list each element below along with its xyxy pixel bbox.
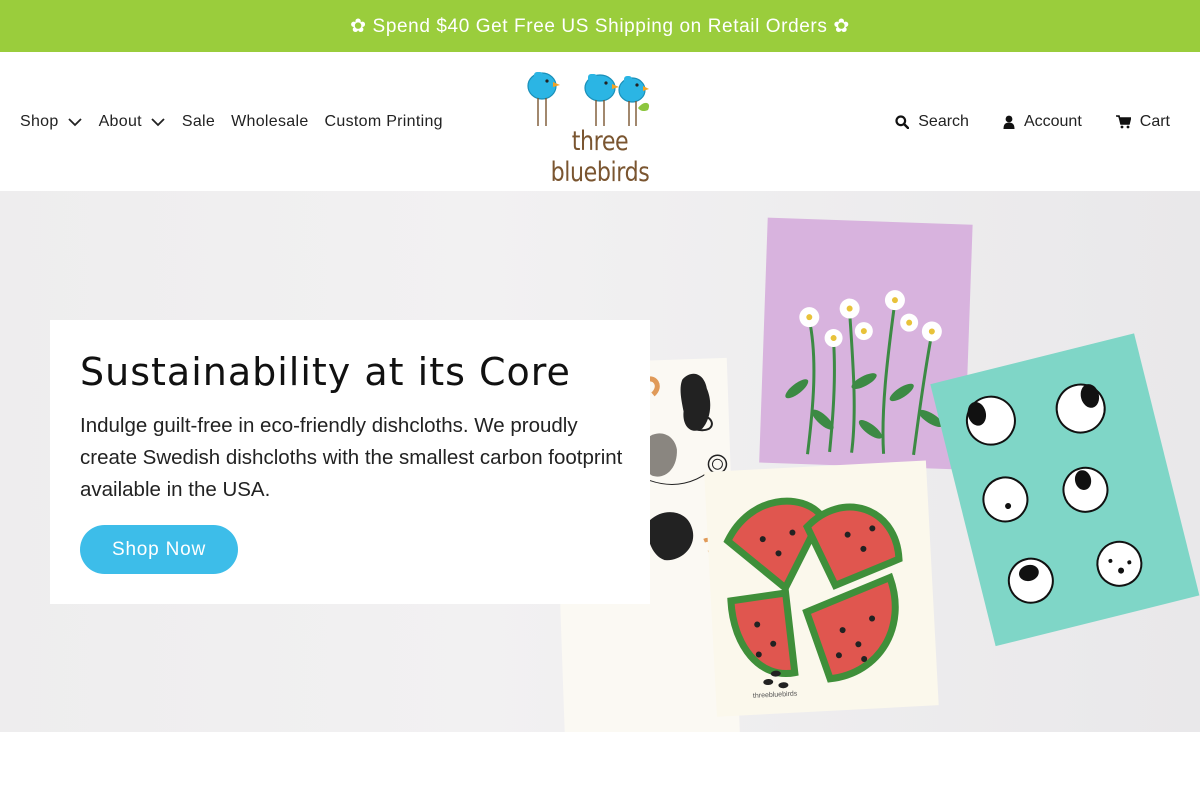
announcement-bar: ✿ Spend $40 Get Free US Shipping on Reta… <box>0 0 1200 52</box>
cart-icon <box>1115 114 1131 128</box>
watermelon-dishcloth-image: threebluebirds <box>704 460 939 717</box>
hero-card: Sustainability at its Core Indulge guilt… <box>50 320 650 604</box>
shop-now-label: Shop Now <box>111 538 207 560</box>
nav-wholesale-label: Wholesale <box>231 112 309 130</box>
nav-custom-printing-label: Custom Printing <box>324 112 443 130</box>
search-icon <box>895 114 910 129</box>
announcement-text: ✿ Spend $40 Get Free US Shipping on Reta… <box>350 15 850 37</box>
daisies-dishcloth-image <box>759 217 973 470</box>
nav-wholesale[interactable]: Wholesale <box>231 113 308 131</box>
site-logo[interactable]: three bluebirds <box>520 68 680 188</box>
hero-title: Sustainability at its Core <box>80 350 571 394</box>
logo-wordmark: three bluebirds <box>550 126 650 188</box>
search-label: Search <box>918 112 969 130</box>
account-link[interactable]: Account <box>1003 113 1082 131</box>
nav-sale-label: Sale <box>181 112 216 130</box>
shop-now-button[interactable]: Shop Now <box>80 525 238 574</box>
nav-about[interactable]: About <box>99 113 166 131</box>
user-icon <box>1003 115 1015 129</box>
hero-description: Indulge guilt-free in eco-friendly dishc… <box>80 414 623 501</box>
chevron-down-icon <box>150 117 166 127</box>
bluebirds-logo-icon <box>527 72 650 126</box>
dogs-dishcloth-image <box>930 333 1200 647</box>
account-label: Account <box>1023 112 1082 130</box>
main-nav: Shop About Sale Wholesale Custom Printin… <box>20 52 459 191</box>
nav-custom-printing[interactable]: Custom Printing <box>325 113 443 131</box>
utility-nav: Search Account Cart <box>861 52 1170 191</box>
nav-shop[interactable]: Shop <box>20 113 83 131</box>
chevron-down-icon <box>67 117 83 127</box>
nav-sale[interactable]: Sale <box>182 113 215 131</box>
search-link[interactable]: Search <box>895 113 969 131</box>
nav-shop-label: Shop <box>20 112 59 130</box>
cart-link[interactable]: Cart <box>1115 112 1170 131</box>
nav-about-label: About <box>98 112 142 130</box>
cart-label: Cart <box>1139 112 1170 130</box>
